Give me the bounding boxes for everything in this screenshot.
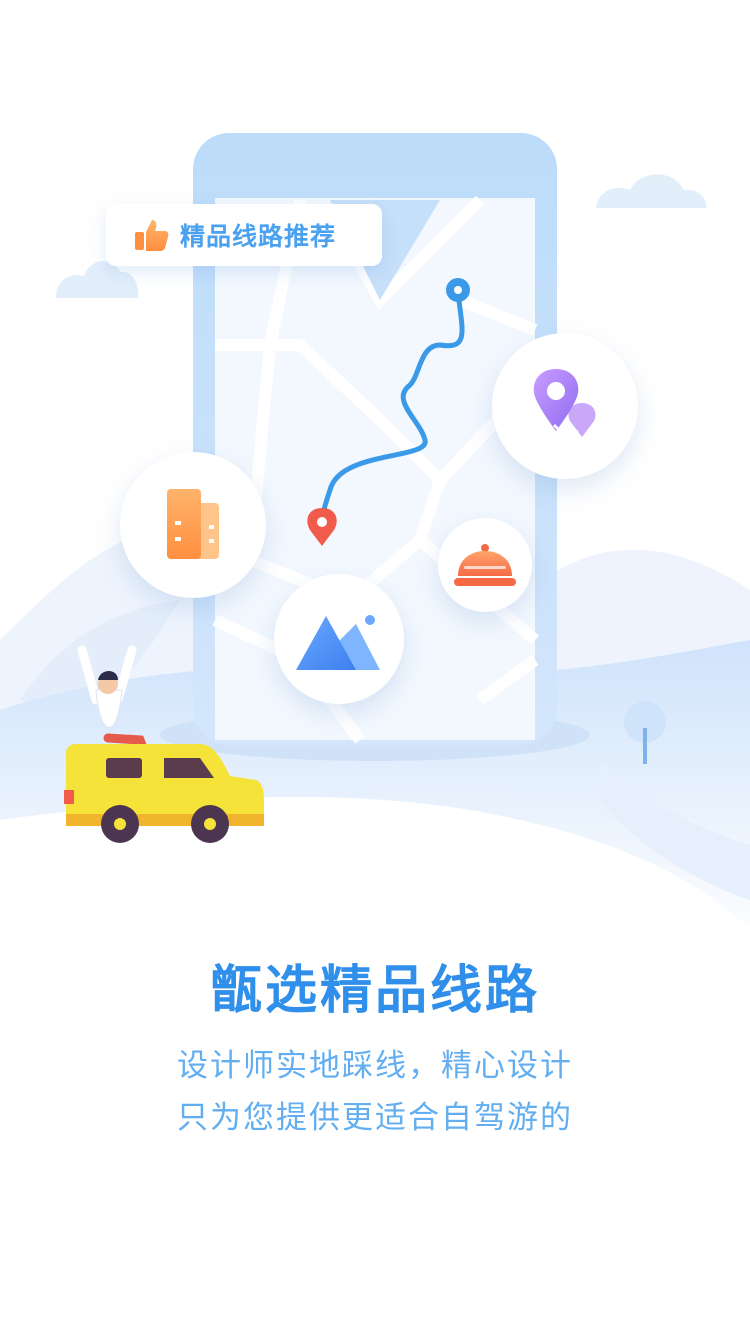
location-pin-icon [533, 369, 596, 439]
cloud-icon [56, 261, 139, 298]
subtitle-line-2: 只为您提供更适合自驾游的 [177, 1100, 573, 1136]
cloud-icon [596, 174, 707, 208]
mountain-icon [296, 615, 380, 670]
scenery-circle [274, 574, 404, 704]
hero-illustration [0, 133, 750, 950]
buildings-icon [167, 489, 219, 559]
page-subtitle: 设计师实地踩线，精心设计 只为您提供更适合自驾游的 [0, 1040, 750, 1144]
badge-label: 精品线路推荐 [180, 222, 337, 251]
subtitle-line-1: 设计师实地踩线，精心设计 [177, 1048, 573, 1084]
featured-routes-badge[interactable]: 精品线路推荐 [106, 204, 382, 266]
restaurant-circle [438, 518, 532, 612]
page-title: 甑选精品线路 [209, 961, 540, 1021]
thumbs-up-icon [135, 220, 169, 251]
buildings-circle [120, 452, 266, 598]
location-circle [492, 333, 638, 479]
dining-cloche-icon [454, 544, 516, 586]
